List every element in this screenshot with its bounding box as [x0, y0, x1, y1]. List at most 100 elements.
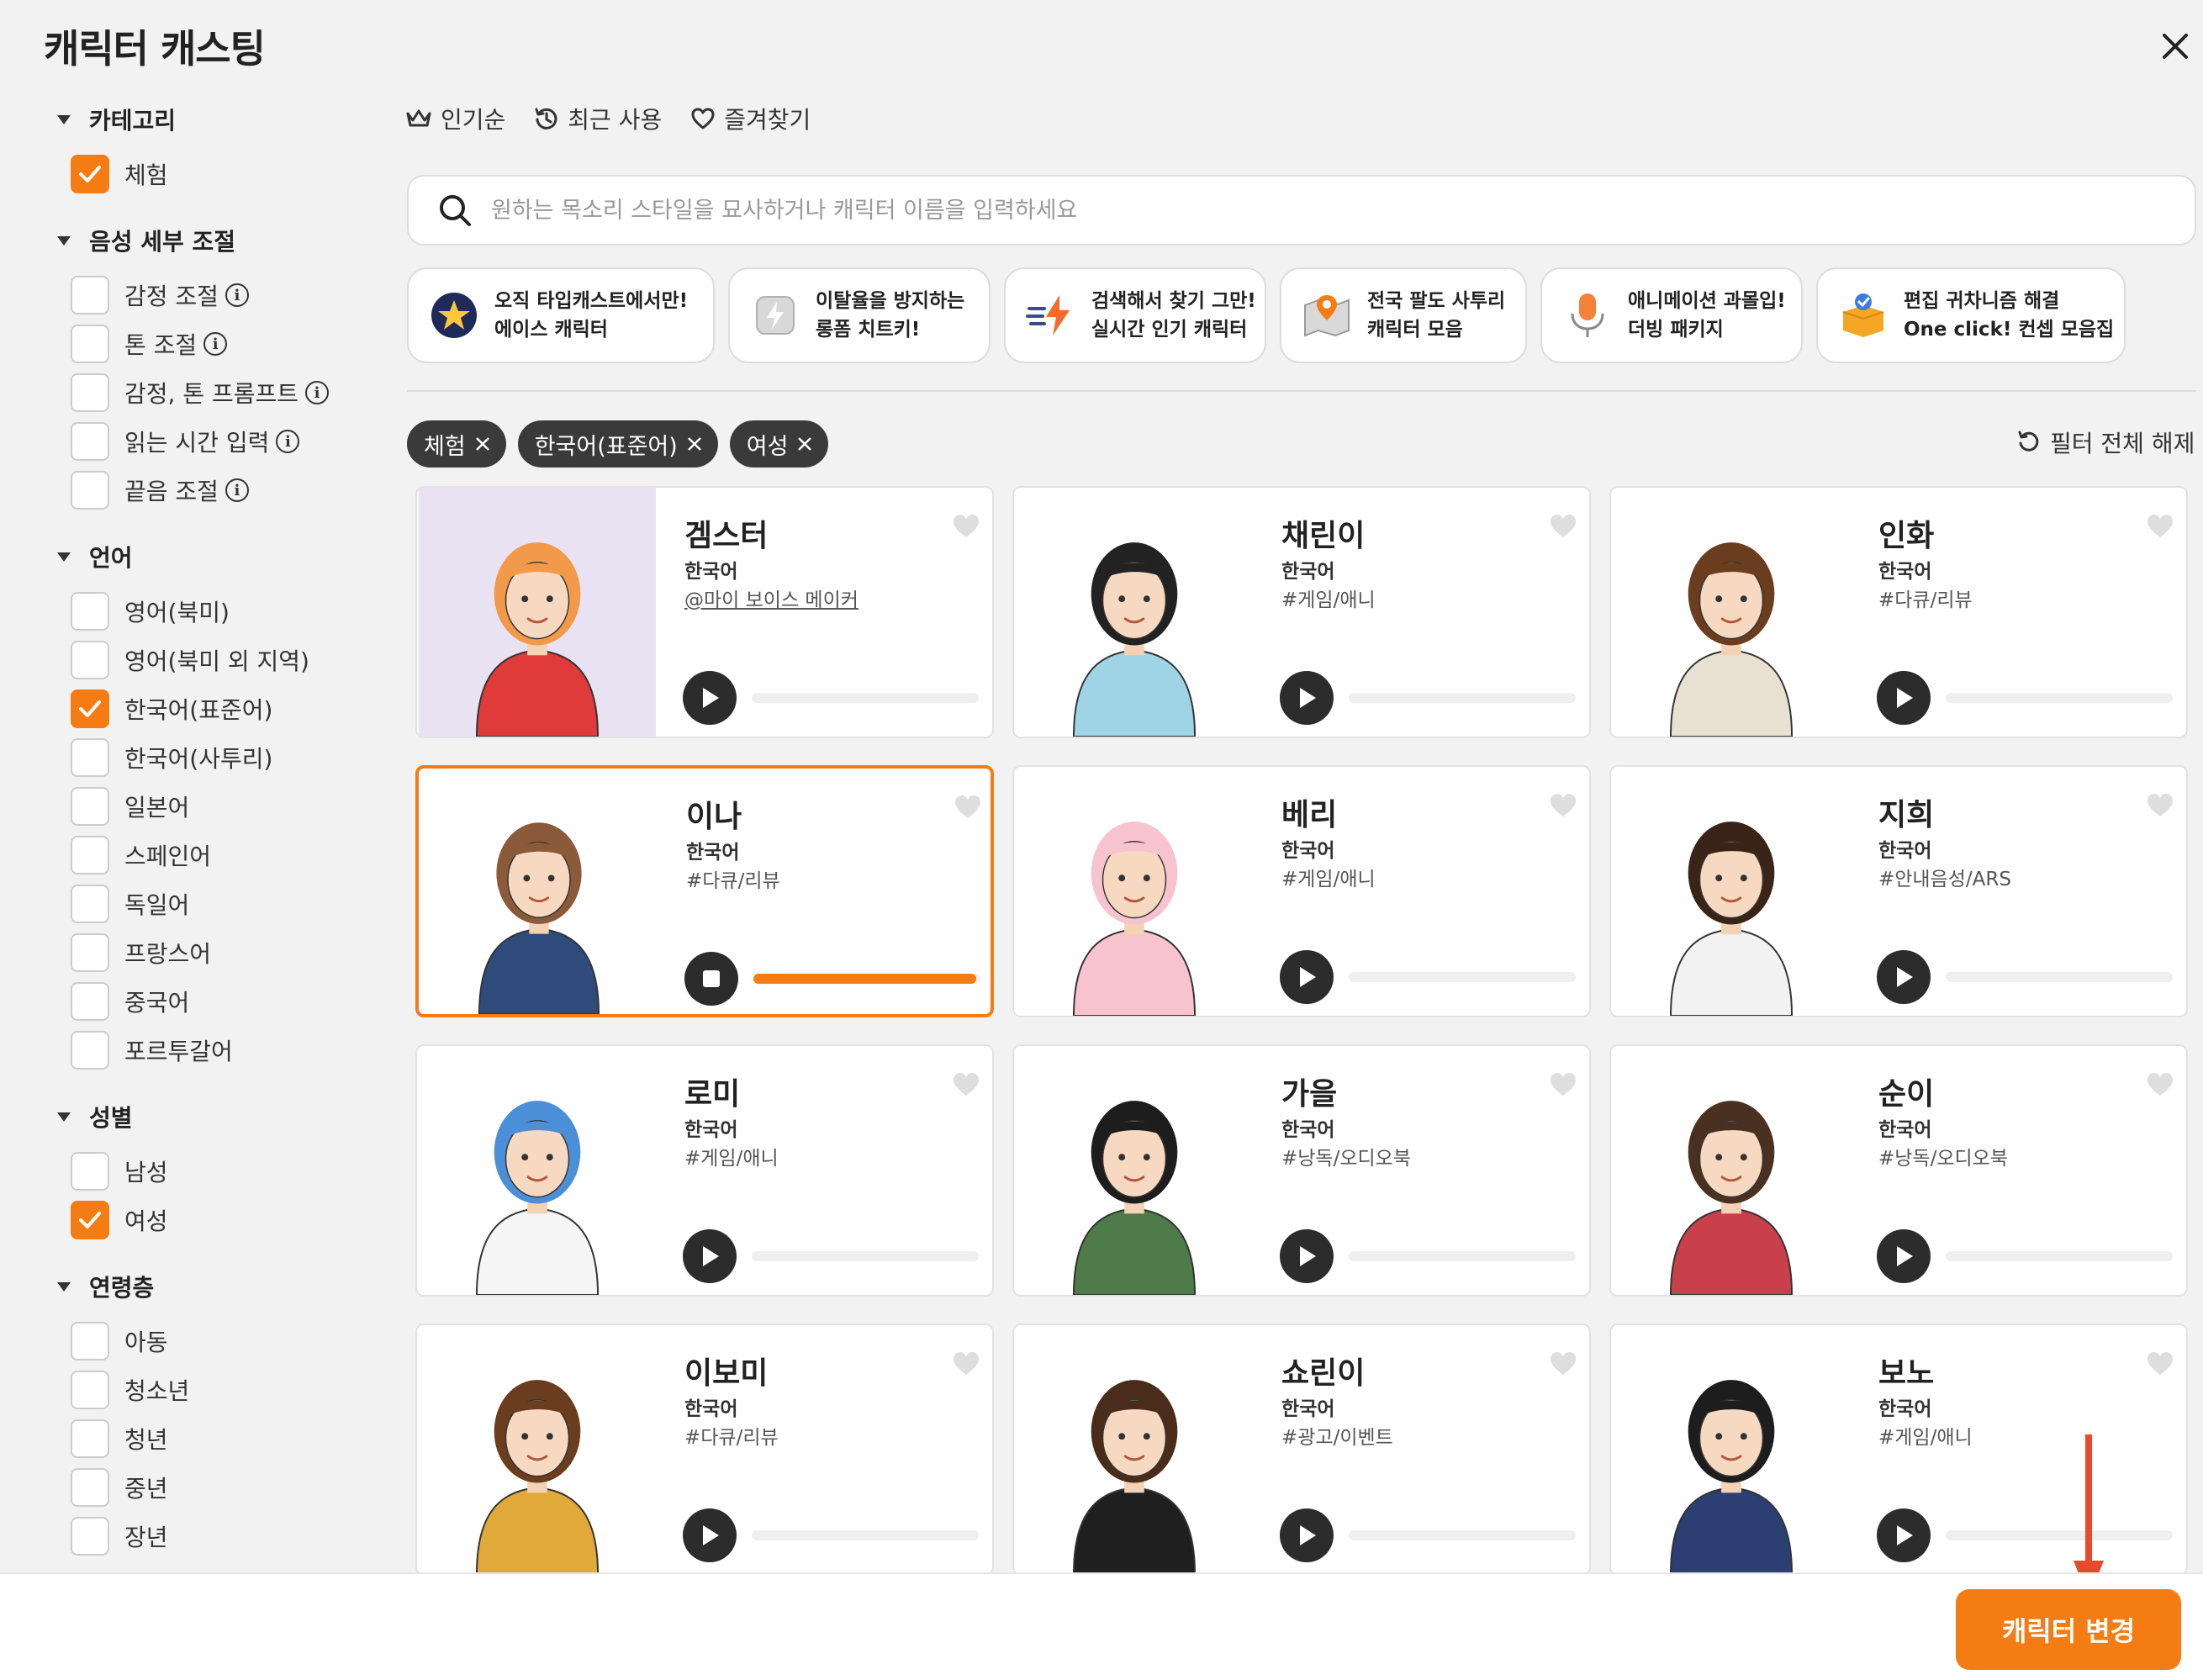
character-card[interactable]: 지희 한국어 #안내음성/ARS — [1609, 765, 2188, 1017]
info-icon[interactable]: i — [276, 430, 300, 453]
filter-section-header[interactable]: 언어 — [50, 531, 387, 582]
filter-chip[interactable]: 한국어(표준어) — [517, 420, 718, 468]
checkbox[interactable] — [71, 933, 109, 972]
filter-section-header[interactable]: 성별 — [50, 1091, 387, 1142]
promo-card[interactable]: 검색해서 찾기 그만! 실시간 인기 캐릭터 — [1004, 267, 1266, 363]
filter-section-header[interactable]: 음성 세부 조절 — [50, 215, 387, 266]
checkbox[interactable] — [71, 592, 109, 631]
heart-icon[interactable] — [952, 513, 980, 540]
promo-card[interactable]: 오직 타입캐스트에서만! 에이스 캐릭터 — [407, 267, 715, 363]
audio-progress-bar[interactable] — [1946, 693, 2173, 703]
checkbox[interactable] — [71, 1201, 109, 1239]
filter-option[interactable]: 감정, 톤 프롬프트 i — [71, 368, 387, 417]
filter-option[interactable]: 청년 — [71, 1414, 387, 1463]
filter-option[interactable]: 중국어 — [71, 977, 387, 1026]
filter-chip[interactable]: 여성 — [729, 420, 829, 468]
character-card[interactable]: 로미 한국어 #게임/애니 — [415, 1044, 994, 1297]
filter-option[interactable]: 독일어 — [71, 880, 387, 928]
filter-option[interactable]: 장년 — [71, 1512, 387, 1561]
character-card[interactable]: 채린이 한국어 #게임/애니 — [1012, 486, 1591, 738]
promo-card[interactable]: 애니메이션 과몰입! 더빙 패키지 — [1540, 267, 1803, 363]
heart-icon[interactable] — [1549, 513, 1577, 540]
audio-progress-bar[interactable] — [1349, 1530, 1576, 1540]
character-card[interactable]: 겜스터 한국어 @마이 보이스 메이커 — [415, 486, 994, 738]
play-button[interactable] — [1280, 671, 1334, 725]
close-icon[interactable] — [474, 436, 491, 452]
character-tag[interactable]: @마이 보이스 메이커 — [684, 584, 858, 612]
info-icon[interactable]: i — [203, 332, 228, 356]
checkbox[interactable] — [71, 1517, 109, 1556]
promo-card[interactable]: 전국 팔도 사투리 캐릭터 모음 — [1280, 267, 1527, 363]
play-button[interactable] — [1877, 1229, 1931, 1283]
filter-option[interactable]: 여성 — [71, 1196, 387, 1244]
checkbox[interactable] — [71, 1322, 109, 1360]
character-card[interactable]: 베리 한국어 #게임/애니 — [1012, 765, 1591, 1017]
checkbox[interactable] — [71, 422, 109, 461]
checkbox[interactable] — [71, 1419, 109, 1458]
heart-icon[interactable] — [2146, 1350, 2174, 1377]
audio-progress-bar[interactable] — [1946, 1530, 2173, 1540]
filter-option[interactable]: 포르투갈어 — [71, 1026, 387, 1075]
character-card[interactable]: 이보미 한국어 #다큐/리뷰 — [415, 1323, 994, 1576]
character-card[interactable]: 이나 한국어 #다큐/리뷰 — [415, 765, 994, 1017]
checkbox[interactable] — [71, 982, 109, 1021]
play-button[interactable] — [1280, 1508, 1334, 1562]
filter-option[interactable]: 영어(북미) — [71, 587, 387, 636]
character-card[interactable]: 가을 한국어 #낭독/오디오북 — [1012, 1044, 1591, 1297]
close-icon[interactable] — [686, 436, 703, 452]
filter-option[interactable]: 톤 조절 i — [71, 320, 387, 368]
checkbox[interactable] — [71, 373, 109, 412]
filter-section-header[interactable]: 연령층 — [50, 1261, 387, 1312]
stop-button[interactable] — [684, 952, 738, 1006]
heart-icon[interactable] — [1549, 1350, 1577, 1377]
sort-recent[interactable]: 최근 사용 — [534, 102, 662, 135]
checkbox[interactable] — [71, 1031, 109, 1070]
search-input[interactable] — [491, 197, 2089, 224]
filter-option[interactable]: 영어(북미 외 지역) — [71, 636, 387, 684]
heart-icon[interactable] — [2146, 1071, 2174, 1098]
heart-icon[interactable] — [1549, 1071, 1577, 1098]
checkbox[interactable] — [71, 276, 109, 314]
promo-card[interactable]: 이탈율을 방지하는 롱폼 치트키! — [728, 267, 991, 363]
audio-progress-bar[interactable] — [1946, 972, 2173, 982]
filter-option[interactable]: 아동 — [71, 1317, 387, 1366]
filter-option[interactable]: 중년 — [71, 1463, 387, 1512]
filter-option[interactable]: 일본어 — [71, 782, 387, 831]
filter-chip[interactable]: 체험 — [407, 420, 506, 468]
heart-icon[interactable] — [2146, 513, 2174, 540]
checkbox[interactable] — [71, 155, 109, 193]
audio-progress-bar[interactable] — [1349, 693, 1576, 703]
filter-option[interactable]: 스페인어 — [71, 831, 387, 880]
audio-progress-bar[interactable] — [1349, 972, 1576, 982]
checkbox[interactable] — [71, 787, 109, 826]
heart-icon[interactable] — [954, 794, 982, 821]
play-button[interactable] — [683, 671, 737, 725]
play-button[interactable] — [683, 1508, 737, 1562]
heart-icon[interactable] — [952, 1350, 980, 1377]
audio-progress-bar[interactable] — [1349, 1251, 1576, 1261]
checkbox[interactable] — [71, 689, 109, 728]
close-button[interactable] — [2153, 24, 2198, 69]
sort-favorites[interactable]: 즐겨찾기 — [690, 102, 811, 135]
checkbox[interactable] — [71, 471, 109, 510]
play-button[interactable] — [1280, 950, 1334, 1004]
filter-option[interactable]: 청소년 — [71, 1366, 387, 1414]
filter-option[interactable]: 프랑스어 — [71, 928, 387, 977]
heart-icon[interactable] — [952, 1071, 980, 1098]
play-button[interactable] — [1877, 1508, 1931, 1562]
info-icon[interactable]: i — [305, 381, 330, 404]
checkbox[interactable] — [71, 836, 109, 874]
play-button[interactable] — [1280, 1229, 1334, 1283]
audio-progress-bar[interactable] — [1946, 1251, 2173, 1261]
checkbox[interactable] — [71, 885, 109, 923]
audio-progress-bar[interactable] — [752, 1251, 979, 1261]
play-button[interactable] — [1877, 671, 1931, 725]
character-card[interactable]: 쇼린이 한국어 #광고/이벤트 — [1012, 1323, 1591, 1576]
audio-progress-bar[interactable] — [753, 974, 980, 984]
filter-option[interactable]: 한국어(사투리) — [71, 733, 387, 782]
heart-icon[interactable] — [1549, 792, 1577, 819]
play-button[interactable] — [683, 1229, 737, 1283]
promo-card[interactable]: 편집 귀차니즘 해결 One click! 컨셉 모음집 — [1816, 267, 2126, 363]
checkbox[interactable] — [71, 738, 109, 777]
filter-option[interactable]: 남성 — [71, 1147, 387, 1196]
